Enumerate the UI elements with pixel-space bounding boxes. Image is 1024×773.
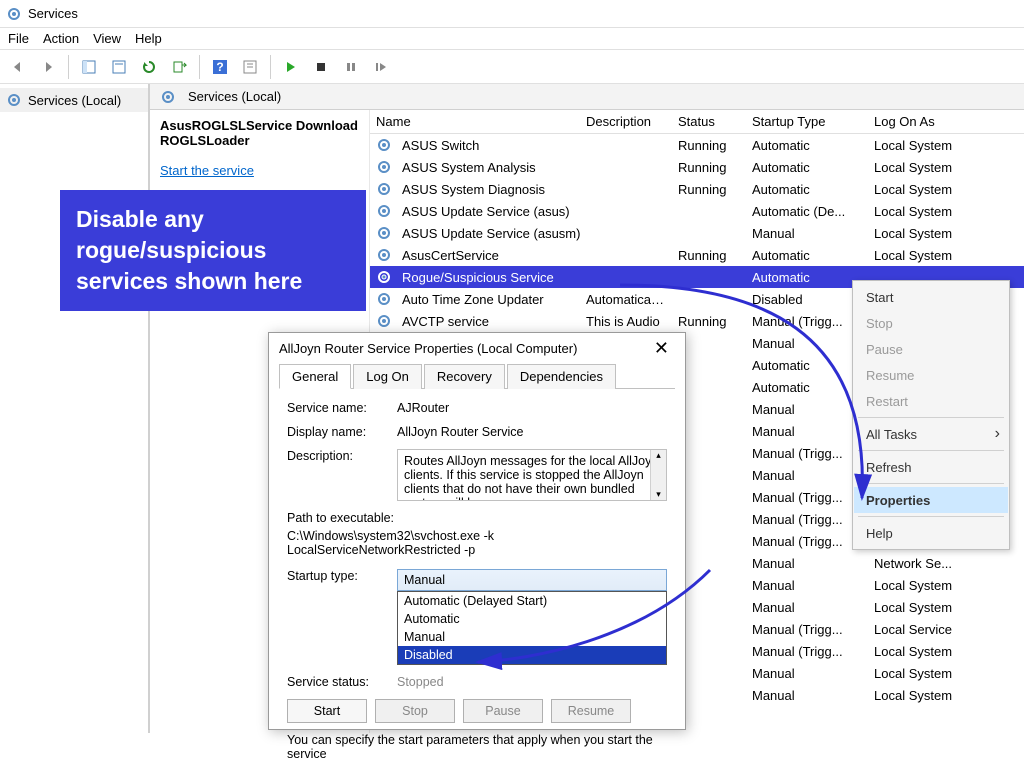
startup-type-option-list: Automatic (Delayed Start) Automatic Manu…: [397, 591, 667, 665]
export-button[interactable]: [165, 53, 193, 81]
label-startup-type: Startup type:: [287, 569, 397, 583]
ctx-refresh[interactable]: Refresh: [854, 454, 1008, 480]
tab-logon[interactable]: Log On: [353, 364, 422, 389]
context-menu: Start Stop Pause Resume Restart All Task…: [852, 280, 1010, 550]
menu-help[interactable]: Help: [135, 31, 162, 46]
window-title: Services: [28, 6, 78, 21]
label-service-name: Service name:: [287, 401, 397, 415]
ctx-restart: Restart: [854, 388, 1008, 414]
properties-dialog: AllJoyn Router Service Properties (Local…: [268, 332, 686, 730]
sidebar: Services (Local): [0, 84, 150, 733]
sidebar-item-services-local[interactable]: Services (Local): [0, 88, 148, 112]
forward-button[interactable]: [34, 53, 62, 81]
menu-file[interactable]: File: [8, 31, 29, 46]
ctx-all-tasks[interactable]: All Tasks: [854, 421, 1008, 447]
label-description: Description:: [287, 449, 397, 463]
detail-title: AsusROGLSLService Download ROGLSLoader: [160, 118, 359, 148]
gear-icon: [376, 247, 392, 263]
gear-icon: [6, 92, 22, 108]
help-button[interactable]: ?: [206, 53, 234, 81]
service-row[interactable]: ASUS System AnalysisRunningAutomaticLoca…: [370, 156, 1024, 178]
dialog-tabs: General Log On Recovery Dependencies: [279, 363, 675, 389]
gear-icon: [376, 225, 392, 241]
refresh-button[interactable]: [135, 53, 163, 81]
list-header: Name Description Status Startup Type Log…: [370, 110, 1024, 134]
opt-auto-delayed[interactable]: Automatic (Delayed Start): [398, 592, 666, 610]
gear-icon: [376, 313, 392, 329]
label-service-status: Service status:: [287, 675, 397, 689]
service-row[interactable]: AsusCertServiceRunningAutomaticLocal Sys…: [370, 244, 1024, 266]
restart-service-button[interactable]: [367, 53, 395, 81]
stop-button: Stop: [375, 699, 455, 723]
resume-button: Resume: [551, 699, 631, 723]
dialog-footer-text: You can specify the start parameters tha…: [287, 733, 667, 761]
gear-icon: [376, 269, 392, 285]
content-header-label: Services (Local): [188, 89, 281, 104]
menu-action[interactable]: Action: [43, 31, 79, 46]
content-header: Services (Local): [150, 84, 1024, 110]
col-header-startup[interactable]: Startup Type: [746, 114, 868, 129]
ctx-start[interactable]: Start: [854, 284, 1008, 310]
show-hide-tree-button[interactable]: [75, 53, 103, 81]
toolbar: ?: [0, 50, 1024, 84]
title-bar: Services: [0, 0, 1024, 28]
service-row[interactable]: ASUS Update Service (asusm)ManualLocal S…: [370, 222, 1024, 244]
service-row[interactable]: ASUS System DiagnosisRunningAutomaticLoc…: [370, 178, 1024, 200]
pause-button: Pause: [463, 699, 543, 723]
service-row[interactable]: ASUS Update Service (asus)Automatic (De.…: [370, 200, 1024, 222]
menu-view[interactable]: View: [93, 31, 121, 46]
start-button[interactable]: Start: [287, 699, 367, 723]
ctx-help[interactable]: Help: [854, 520, 1008, 546]
back-button[interactable]: [4, 53, 32, 81]
col-header-desc[interactable]: Description: [580, 114, 672, 129]
value-path: C:\Windows\system32\svchost.exe -k Local…: [287, 529, 667, 557]
col-header-status[interactable]: Status: [672, 114, 746, 129]
opt-automatic[interactable]: Automatic: [398, 610, 666, 628]
ctx-pause: Pause: [854, 336, 1008, 362]
value-service-name: AJRouter: [397, 401, 667, 415]
svg-text:?: ?: [216, 60, 223, 74]
col-header-logon[interactable]: Log On As: [868, 114, 978, 129]
tab-dependencies[interactable]: Dependencies: [507, 364, 616, 389]
tab-general[interactable]: General: [279, 364, 351, 389]
tab-recovery[interactable]: Recovery: [424, 364, 505, 389]
sidebar-item-label: Services (Local): [28, 93, 121, 108]
gear-icon: [376, 181, 392, 197]
service-row[interactable]: ASUS SwitchRunningAutomaticLocal System: [370, 134, 1024, 156]
props-icon-button[interactable]: [236, 53, 264, 81]
description-scrollbar[interactable]: ▴▾: [650, 450, 666, 500]
dialog-title: AllJoyn Router Service Properties (Local…: [279, 341, 577, 356]
gear-icon: [160, 89, 176, 105]
properties-button[interactable]: [105, 53, 133, 81]
gear-icon: [376, 137, 392, 153]
annotation-callout: Disable any rogue/suspicious services sh…: [60, 190, 366, 311]
opt-disabled[interactable]: Disabled: [398, 646, 666, 664]
label-path: Path to executable:: [287, 511, 667, 525]
startup-type-dropdown[interactable]: Manual: [397, 569, 667, 591]
menu-bar: File Action View Help: [0, 28, 1024, 50]
ctx-resume: Resume: [854, 362, 1008, 388]
label-display-name: Display name:: [287, 425, 397, 439]
close-icon[interactable]: ✕: [648, 338, 675, 359]
start-service-button[interactable]: [277, 53, 305, 81]
stop-service-button[interactable]: [307, 53, 335, 81]
gear-icon: [376, 159, 392, 175]
dialog-title-bar: AllJoyn Router Service Properties (Local…: [269, 333, 685, 363]
col-header-name[interactable]: Name: [370, 114, 580, 129]
description-text: Routes AllJoyn messages for the local Al…: [404, 454, 658, 501]
value-service-status: Stopped: [397, 675, 667, 689]
ctx-stop: Stop: [854, 310, 1008, 336]
opt-manual[interactable]: Manual: [398, 628, 666, 646]
ctx-properties[interactable]: Properties: [854, 487, 1008, 513]
gear-icon: [376, 291, 392, 307]
pause-service-button[interactable]: [337, 53, 365, 81]
value-display-name: AllJoyn Router Service: [397, 425, 667, 439]
services-icon: [6, 6, 22, 22]
value-description[interactable]: Routes AllJoyn messages for the local Al…: [397, 449, 667, 501]
detail-start-link[interactable]: Start the service: [160, 163, 254, 178]
gear-icon: [376, 203, 392, 219]
